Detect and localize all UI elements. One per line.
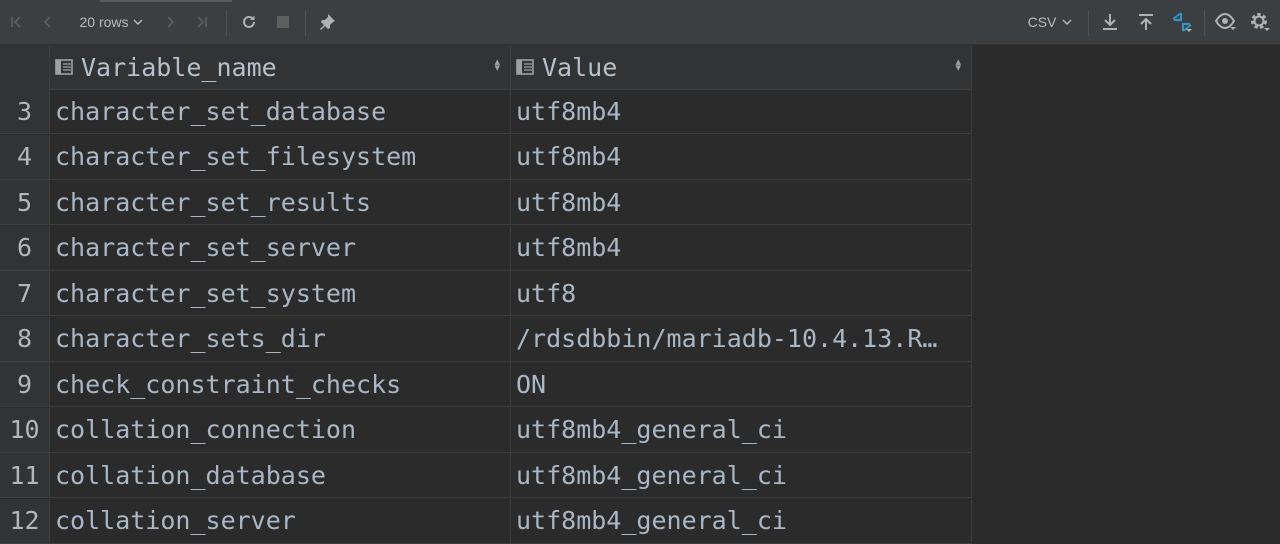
row-number[interactable]: 6 bbox=[0, 225, 50, 271]
column-header-value[interactable]: Value ▴ ▾ bbox=[511, 45, 972, 90]
first-page-icon[interactable] bbox=[6, 10, 26, 34]
chevron-down-icon bbox=[1062, 19, 1072, 25]
eye-icon[interactable] bbox=[1214, 10, 1238, 34]
column-icon bbox=[516, 59, 534, 75]
row-number[interactable]: 10 bbox=[0, 407, 50, 453]
variable-name-cell[interactable]: collation_connection bbox=[50, 407, 511, 453]
variable-name-cell[interactable]: collation_server bbox=[50, 498, 511, 544]
value-cell[interactable]: utf8mb4_general_ci bbox=[511, 498, 972, 544]
cell-text: utf8mb4 bbox=[516, 142, 622, 171]
sort-icon[interactable]: ▴ ▾ bbox=[955, 56, 961, 73]
value-cell[interactable]: /rdsdbbin/mariadb-10.4.13.R… bbox=[511, 316, 972, 362]
table-row[interactable]: 3 character_set_database utf8mb4 bbox=[0, 89, 972, 134]
table-row[interactable]: 7 character_set_system utf8 bbox=[0, 271, 972, 316]
download-icon[interactable] bbox=[1100, 10, 1120, 34]
stop-icon[interactable] bbox=[272, 10, 294, 34]
column-header-label: Variable_name bbox=[81, 52, 277, 82]
rows-per-page-dropdown[interactable]: 20 rows bbox=[72, 10, 150, 34]
value-cell[interactable]: utf8mb4_general_ci bbox=[511, 407, 972, 453]
export-format-label: CSV bbox=[1027, 14, 1057, 30]
cell-text: character_set_server bbox=[55, 233, 357, 262]
cell-text: character_set_results bbox=[55, 187, 372, 217]
variable-name-cell[interactable]: character_set_filesystem bbox=[50, 134, 511, 180]
row-number[interactable]: 11 bbox=[0, 453, 50, 498]
row-number[interactable]: 8 bbox=[0, 316, 50, 362]
row-number[interactable]: 4 bbox=[0, 134, 50, 180]
grid-empty-area bbox=[972, 45, 1280, 512]
cell-text: utf8 bbox=[516, 278, 577, 308]
table-row[interactable]: 12 collation_server utf8mb4_general_ci bbox=[0, 498, 972, 544]
toolbar-separator bbox=[1204, 10, 1205, 36]
cell-text: /rdsdbbin/mariadb-10.4.13.R… bbox=[516, 324, 938, 353]
cell-text: utf8mb4 bbox=[516, 233, 622, 262]
cell-text: ON bbox=[516, 369, 547, 399]
column-header-label: Value bbox=[542, 52, 618, 82]
compare-icon[interactable] bbox=[1170, 10, 1194, 34]
gear-icon[interactable] bbox=[1248, 10, 1272, 34]
value-cell[interactable]: utf8mb4 bbox=[511, 134, 972, 180]
cell-text: utf8mb4_general_ci bbox=[516, 506, 787, 535]
toolbar-tab-indicator bbox=[100, 0, 232, 2]
cell-text: utf8mb4 bbox=[516, 96, 622, 126]
variable-name-cell[interactable]: character_set_system bbox=[50, 271, 511, 316]
prev-page-icon[interactable] bbox=[38, 10, 58, 34]
results-toolbar: 20 rows CSV bbox=[0, 0, 1280, 45]
table-row[interactable]: 4 character_set_filesystem utf8mb4 bbox=[0, 134, 972, 180]
export-format-dropdown[interactable]: CSV bbox=[1022, 10, 1078, 34]
upload-icon[interactable] bbox=[1136, 10, 1156, 34]
cell-text: utf8mb4 bbox=[516, 187, 622, 217]
cell-text: collation_server bbox=[55, 506, 296, 535]
table-row[interactable]: 10 collation_connection utf8mb4_general_… bbox=[0, 407, 972, 453]
column-header-variable-name[interactable]: Variable_name ▴ ▾ bbox=[50, 45, 511, 90]
variable-name-cell[interactable]: character_sets_dir bbox=[50, 316, 511, 362]
toolbar-separator bbox=[305, 10, 306, 36]
grid-header-row: Variable_name ▴ ▾ Value ▴ ▾ bbox=[0, 45, 972, 90]
variable-name-cell[interactable]: check_constraint_checks bbox=[50, 362, 511, 407]
rows-per-page-label: 20 rows bbox=[79, 14, 129, 30]
table-row[interactable]: 9 check_constraint_checks ON bbox=[0, 362, 972, 407]
reload-icon[interactable] bbox=[238, 10, 260, 34]
toolbar-separator bbox=[226, 10, 227, 36]
variable-name-cell[interactable]: character_set_database bbox=[50, 89, 511, 134]
variable-name-cell[interactable]: collation_database bbox=[50, 453, 511, 498]
cell-text: collation_database bbox=[55, 460, 326, 490]
variable-name-cell[interactable]: character_set_results bbox=[50, 180, 511, 225]
cell-text: character_sets_dir bbox=[55, 324, 326, 353]
cell-text: character_set_filesystem bbox=[55, 142, 417, 171]
value-cell[interactable]: utf8mb4 bbox=[511, 180, 972, 225]
toolbar-separator bbox=[1088, 10, 1089, 36]
cell-text: utf8mb4_general_ci bbox=[516, 460, 787, 490]
row-number[interactable]: 7 bbox=[0, 271, 50, 316]
row-number[interactable]: 5 bbox=[0, 180, 50, 225]
chevron-down-icon bbox=[133, 19, 143, 25]
cell-text: character_set_system bbox=[55, 278, 357, 308]
pin-icon[interactable] bbox=[316, 10, 338, 34]
value-cell[interactable]: ON bbox=[511, 362, 972, 407]
variable-name-cell[interactable]: character_set_server bbox=[50, 225, 511, 271]
row-number-header[interactable] bbox=[0, 45, 50, 90]
table-row[interactable]: 8 character_sets_dir /rdsdbbin/mariadb-1… bbox=[0, 316, 972, 362]
cell-text: check_constraint_checks bbox=[55, 369, 402, 399]
value-cell[interactable]: utf8 bbox=[511, 271, 972, 316]
row-number[interactable]: 12 bbox=[0, 498, 50, 544]
row-number[interactable]: 3 bbox=[0, 89, 50, 134]
cell-text: character_set_database bbox=[55, 96, 387, 126]
value-cell[interactable]: utf8mb4 bbox=[511, 225, 972, 271]
value-cell[interactable]: utf8mb4 bbox=[511, 89, 972, 134]
table-row[interactable]: 5 character_set_results utf8mb4 bbox=[0, 180, 972, 225]
table-row[interactable]: 11 collation_database utf8mb4_general_ci bbox=[0, 453, 972, 498]
last-page-icon[interactable] bbox=[192, 10, 212, 34]
next-page-icon[interactable] bbox=[160, 10, 180, 34]
sort-icon[interactable]: ▴ ▾ bbox=[494, 56, 500, 73]
value-cell[interactable]: utf8mb4_general_ci bbox=[511, 453, 972, 498]
table-row[interactable]: 6 character_set_server utf8mb4 bbox=[0, 225, 972, 271]
column-icon bbox=[55, 59, 73, 75]
cell-text: utf8mb4_general_ci bbox=[516, 415, 787, 444]
cell-text: collation_connection bbox=[55, 415, 357, 444]
row-number[interactable]: 9 bbox=[0, 362, 50, 407]
